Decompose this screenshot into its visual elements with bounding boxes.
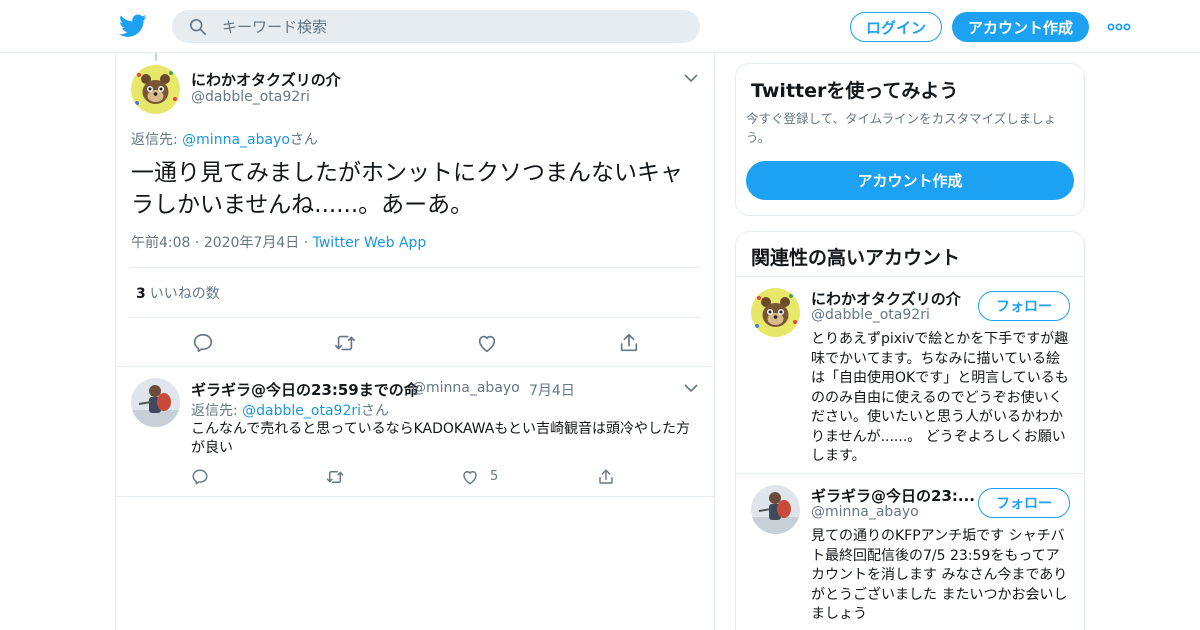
tweet-author-handle[interactable]: @dabble_ota92ri — [191, 89, 310, 105]
reply-date-separator: · — [516, 379, 521, 395]
more-dots-icon[interactable] — [1107, 19, 1131, 35]
signup-card-title: Twitterを使ってみよう — [751, 80, 959, 102]
reply-date[interactable]: 7月4日 — [529, 380, 575, 400]
reply-to-prefix: 返信先: — [131, 132, 183, 148]
avatar[interactable] — [751, 485, 800, 534]
related-account-handle[interactable]: @dabble_ota92ri — [811, 307, 930, 323]
reply-tweet[interactable]: ギラギラ@今日の23:59までの命 @minna_abayo · 7月4日 返信… — [116, 368, 714, 497]
tanuki-avatar-image — [751, 288, 800, 337]
chevron-down-icon[interactable] — [684, 383, 698, 393]
avatar[interactable] — [751, 288, 800, 337]
signup-card: Twitterを使ってみよう 今すぐ登録して、タイムラインをカスタマイズしましょ… — [735, 63, 1085, 216]
related-accounts-title: 関連性の高いアカウント — [751, 247, 961, 269]
search-input[interactable] — [222, 10, 682, 43]
thread-connector-line — [155, 53, 157, 61]
search-icon — [189, 18, 207, 36]
signup-card-button[interactable]: アカウント作成 — [746, 161, 1074, 200]
like-stats[interactable]: 3 いいねの数 — [136, 283, 220, 303]
reply-to-link[interactable]: @minna_abayo — [182, 132, 290, 148]
share-icon[interactable] — [597, 468, 615, 486]
reply-author-name[interactable]: ギラギラ@今日の23:59までの命 — [191, 379, 419, 400]
reply-icon[interactable] — [192, 332, 214, 354]
reply-author-handle[interactable]: @minna_abayo — [412, 380, 520, 396]
twitter-bird-icon[interactable] — [119, 13, 147, 39]
related-account-name[interactable]: ギラギラ@今日の23:... — [811, 485, 975, 506]
character-avatar-image — [131, 378, 180, 427]
like-icon[interactable] — [461, 468, 479, 486]
divider — [130, 317, 700, 318]
reply-to-line: 返信先: @dabble_ota92riさん — [191, 400, 389, 420]
reply-to-prefix: 返信先: — [191, 403, 243, 419]
reply-to-suffix: さん — [361, 403, 390, 419]
related-account-name[interactable]: にわかオタクズリの介 — [811, 288, 961, 309]
related-account-bio: とりあえずpixivで絵とかを下手ですが趣味でかいてます。ちなみに描いている絵は… — [811, 331, 1069, 464]
divider — [130, 267, 700, 268]
follow-button[interactable]: フォロー — [978, 488, 1070, 518]
tweet-text: 一通り見てみましたがホンットにクソつまんないキャラしかいませんね......。あ… — [131, 160, 683, 218]
retweet-icon[interactable] — [334, 332, 356, 354]
divider — [736, 276, 1084, 277]
like-count-label: いいねの数 — [149, 286, 220, 302]
tweet-source[interactable]: Twitter Web App — [313, 235, 427, 251]
top-navigation-bar: ログイン アカウント作成 — [0, 0, 1200, 53]
divider — [116, 366, 714, 367]
follow-button[interactable]: フォロー — [978, 291, 1070, 321]
reply-to-link[interactable]: @dabble_ota92ri — [242, 403, 361, 419]
share-icon[interactable] — [618, 332, 640, 354]
related-accounts-card: 関連性の高いアカウント にわかオタクズリの介 @dabble_ota92ri フ… — [735, 231, 1085, 630]
tweet-metadata: 午前4:08 · 2020年7月4日 · Twitter Web App — [131, 235, 427, 251]
login-button[interactable]: ログイン — [850, 12, 942, 42]
search-box[interactable] — [172, 10, 700, 43]
retweet-icon[interactable] — [326, 468, 344, 486]
reply-icon[interactable] — [191, 468, 209, 486]
like-count: 3 — [136, 286, 146, 302]
reply-like-count: 5 — [490, 469, 499, 484]
divider — [736, 473, 1084, 474]
signup-card-description: 今すぐ登録して、タイムラインをカスタマイズしましょう。 — [746, 111, 1057, 145]
related-account-handle[interactable]: @minna_abayo — [811, 504, 919, 520]
chevron-down-icon[interactable] — [684, 73, 698, 83]
reply-to-line: 返信先: @minna_abayoさん — [131, 129, 318, 149]
reply-to-suffix: さん — [289, 132, 318, 148]
tweet-time[interactable]: 午前4:08 — [131, 235, 190, 251]
related-account-bio: 見ての通りのKFPアンチ垢です シャチバト最終回配信後の7/5 23:59をもっ… — [811, 528, 1068, 622]
avatar[interactable] — [131, 378, 180, 427]
like-icon[interactable] — [476, 332, 498, 354]
tweet-author-name[interactable]: にわかオタクズリの介 — [191, 69, 341, 90]
main-timeline-column: にわかオタクズリの介 @dabble_ota92ri 返信先: @minna_a… — [115, 53, 715, 630]
signup-button[interactable]: アカウント作成 — [952, 12, 1089, 42]
tanuki-avatar-image — [131, 65, 180, 114]
reply-text: こんなんで売れると思っているならKADOKAWAもとい吉崎観音は頭冷やした方が良… — [191, 421, 691, 456]
tweet-date[interactable]: 2020年7月4日 — [204, 235, 299, 251]
avatar[interactable] — [131, 65, 180, 114]
character-avatar-image — [751, 485, 800, 534]
